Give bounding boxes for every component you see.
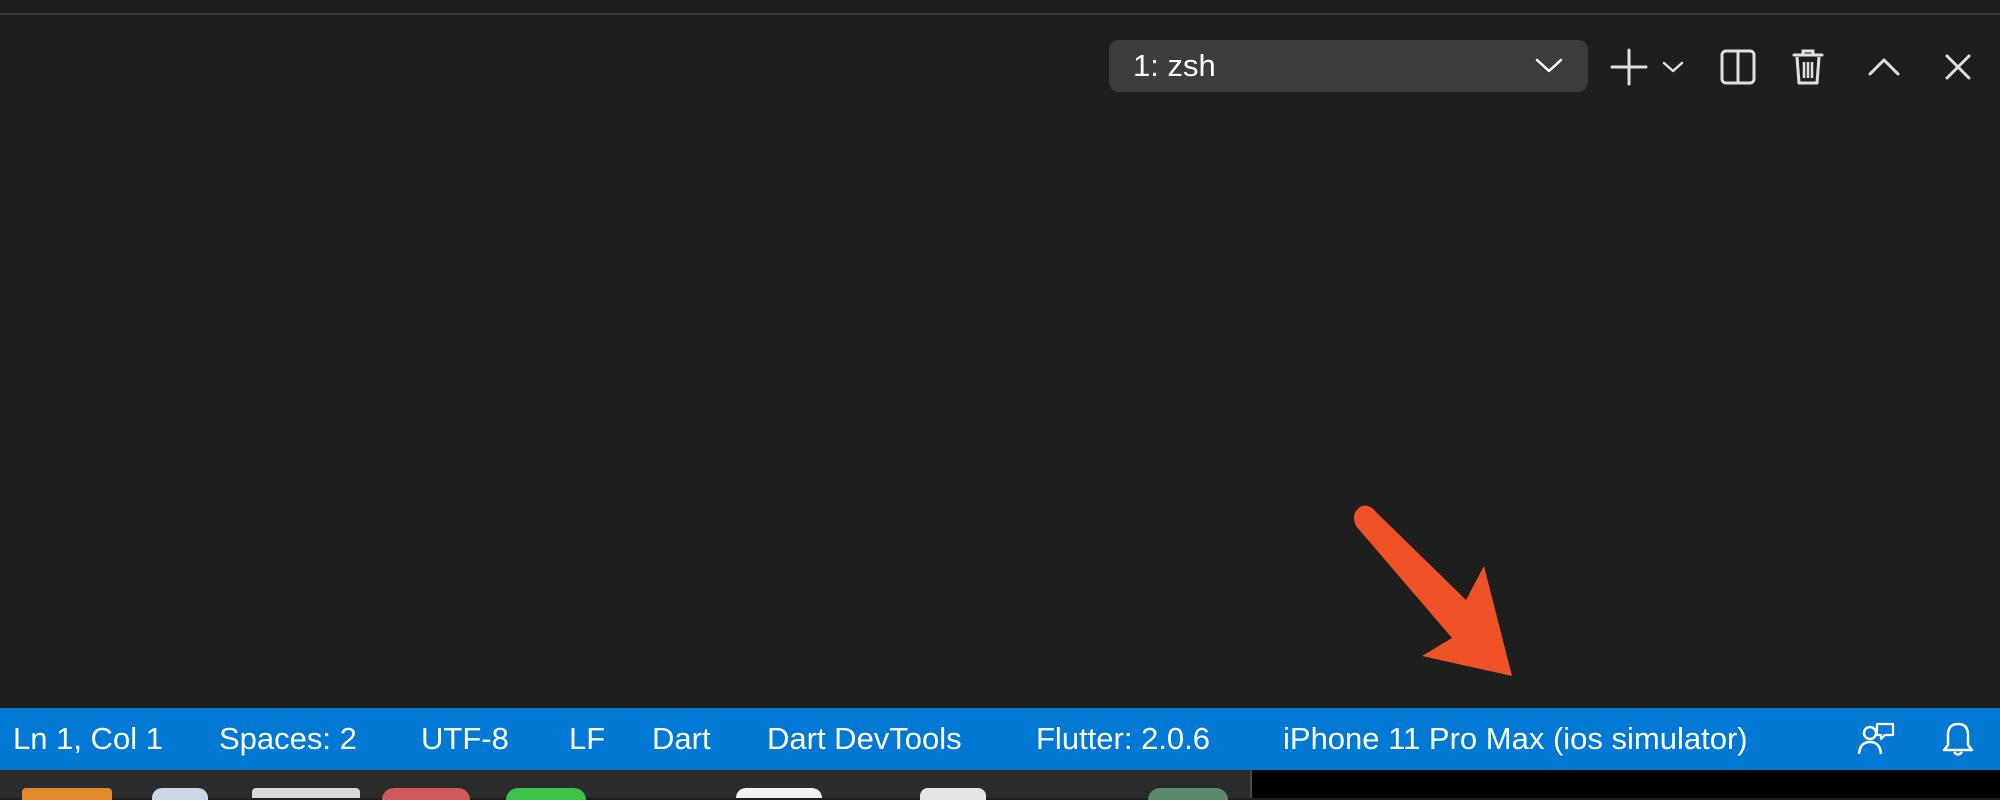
feedback-button[interactable] xyxy=(1857,708,1895,770)
close-icon xyxy=(1945,54,1971,80)
notifications-button[interactable] xyxy=(1942,708,1974,770)
dock-app-icon[interactable] xyxy=(1148,788,1228,800)
dock-background xyxy=(0,770,1252,800)
device-selector[interactable]: iPhone 11 Pro Max (ios simulator) xyxy=(1283,708,1748,770)
chevron-down-icon xyxy=(1535,58,1563,73)
chevron-up-icon xyxy=(1868,58,1900,76)
terminal-launch-profile-button[interactable] xyxy=(1658,42,1688,92)
macos-dock xyxy=(0,770,2000,800)
dart-devtools-button[interactable]: Dart DevTools xyxy=(767,708,962,770)
bell-icon xyxy=(1942,722,1974,756)
dock-app-icon[interactable] xyxy=(22,788,112,800)
chevron-down-icon xyxy=(1662,61,1684,73)
terminal-select-dropdown[interactable]: 1: zsh xyxy=(1109,40,1588,92)
trash-icon xyxy=(1792,49,1824,85)
feedback-icon xyxy=(1857,722,1895,755)
panel-top-border xyxy=(0,0,2000,15)
split-terminal-button[interactable] xyxy=(1716,42,1760,92)
new-terminal-icon xyxy=(1610,48,1648,86)
dock-app-icon[interactable] xyxy=(152,788,208,800)
dock-app-icon[interactable] xyxy=(920,788,986,800)
kill-terminal-button[interactable] xyxy=(1788,42,1828,92)
flutter-version[interactable]: Flutter: 2.0.6 xyxy=(1036,708,1210,770)
close-panel-button[interactable] xyxy=(1940,42,1976,92)
line-ending-setting[interactable]: LF xyxy=(569,708,605,770)
dock-app-icon[interactable] xyxy=(506,788,586,800)
maximize-panel-button[interactable] xyxy=(1864,42,1904,92)
indentation-setting[interactable]: Spaces: 2 xyxy=(219,708,357,770)
dock-app-icon[interactable] xyxy=(252,788,360,798)
language-mode[interactable]: Dart xyxy=(652,708,711,770)
dock-app-icon[interactable] xyxy=(736,788,822,798)
status-bar: Ln 1, Col 1 Spaces: 2 UTF-8 LF Dart Dart… xyxy=(0,708,2000,770)
cursor-position[interactable]: Ln 1, Col 1 xyxy=(13,708,163,770)
annotation-arrow xyxy=(1354,505,1512,676)
terminal-select-value: 1: zsh xyxy=(1133,48,1216,83)
split-terminal-icon xyxy=(1720,49,1756,85)
dock-app-icon[interactable] xyxy=(382,788,470,800)
encoding-setting[interactable]: UTF-8 xyxy=(421,708,509,770)
new-terminal-button[interactable] xyxy=(1606,42,1652,92)
